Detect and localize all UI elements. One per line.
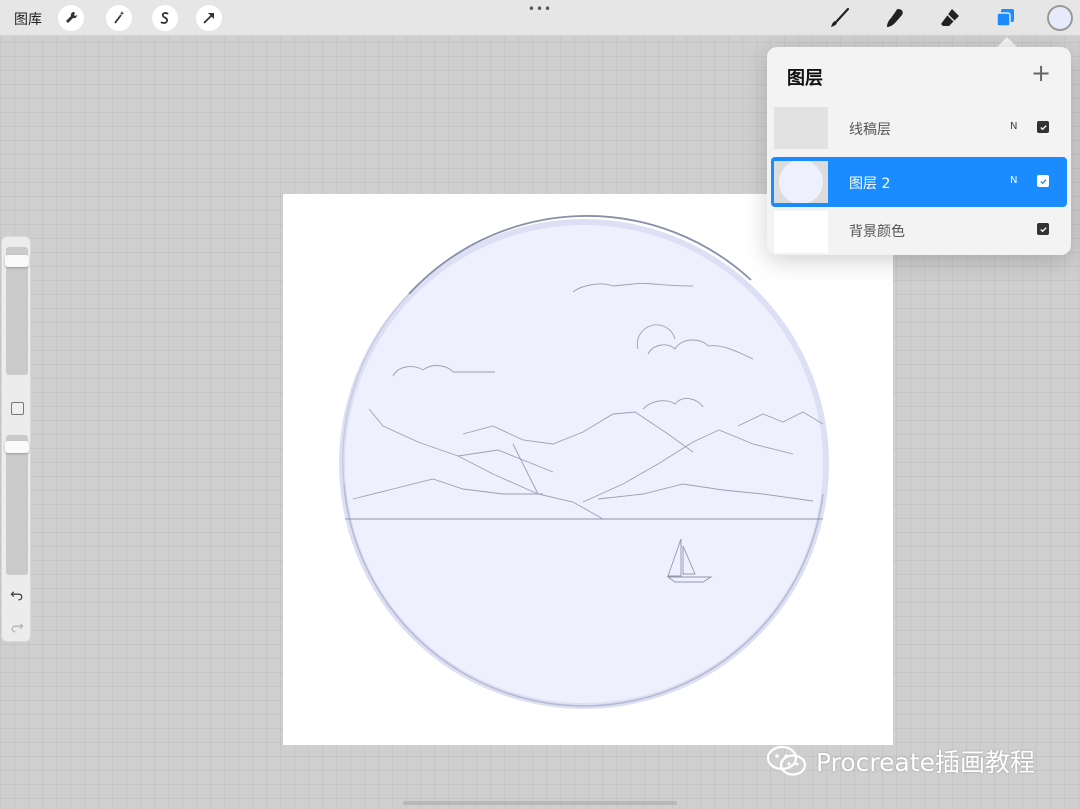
smudge-tool[interactable] — [881, 4, 909, 32]
layer-name: 线稿层 — [849, 122, 891, 138]
layer-thumbnail — [774, 211, 828, 253]
layer-visibility-checkbox[interactable] — [1037, 175, 1049, 187]
layer-row-background-color[interactable]: 背景颜色 — [771, 207, 1067, 257]
brush-tool[interactable] — [826, 4, 854, 32]
more-options-button[interactable]: ••• — [527, 2, 553, 16]
adjustments-button[interactable] — [106, 5, 132, 31]
modify-button[interactable] — [11, 402, 24, 415]
selection-button[interactable] — [152, 5, 178, 31]
drawing-canvas[interactable] — [283, 194, 893, 745]
checkmark-icon — [1039, 124, 1047, 130]
undo-icon — [10, 591, 23, 601]
brush-icon — [831, 7, 850, 27]
wechat-icon — [766, 745, 807, 776]
layer-visibility-checkbox[interactable] — [1037, 121, 1049, 133]
gallery-button[interactable]: 图库 — [14, 9, 42, 29]
undo-button[interactable] — [7, 585, 27, 605]
magic-wand-icon — [114, 11, 125, 24]
checkmark-icon — [1039, 178, 1047, 184]
color-picker-button[interactable] — [1047, 5, 1073, 31]
layers-icon — [996, 9, 1014, 27]
smudge-icon — [887, 9, 903, 27]
blend-mode-button[interactable]: N — [1010, 175, 1017, 186]
layers-panel: 图层 + 线稿层 N 图层 2 N 背景颜色 — [767, 47, 1071, 255]
layer-name: 背景颜色 — [849, 224, 905, 240]
layers-panel-title: 图层 — [787, 68, 823, 89]
redo-icon — [11, 623, 24, 633]
redo-button[interactable] — [7, 617, 27, 637]
watermark: Procreate插画教程 — [766, 743, 1035, 779]
circle-fill — [339, 219, 829, 709]
checkmark-icon — [1039, 226, 1047, 232]
left-sidebar — [1, 236, 31, 642]
layer-thumbnail — [774, 160, 828, 204]
opacity-slider[interactable] — [5, 435, 29, 575]
layer-name: 图层 2 — [849, 176, 891, 192]
brush-size-thumb[interactable] — [5, 255, 29, 267]
top-toolbar: 图库 ••• — [0, 0, 1080, 36]
eraser-icon — [941, 9, 959, 26]
layers-tool[interactable] — [991, 4, 1019, 32]
wrench-icon — [66, 11, 78, 23]
brush-size-slider[interactable] — [5, 247, 29, 375]
transform-arrow-icon — [203, 13, 214, 24]
layer-thumbnail — [774, 107, 828, 149]
transform-button[interactable] — [196, 5, 222, 31]
blend-mode-button[interactable]: N — [1010, 121, 1017, 132]
layer-row-layer-2[interactable]: 图层 2 N — [771, 157, 1067, 207]
eraser-tool[interactable] — [936, 4, 964, 32]
sketch-artwork — [339, 215, 829, 709]
watermark-text: Procreate插画教程 — [816, 748, 1036, 777]
add-layer-button[interactable]: + — [1030, 61, 1052, 85]
actions-button[interactable] — [58, 5, 84, 31]
opacity-thumb[interactable] — [5, 441, 29, 453]
selection-icon — [160, 12, 169, 24]
home-indicator — [403, 801, 677, 805]
layer-visibility-checkbox[interactable] — [1037, 223, 1049, 235]
layer-row-line-art[interactable]: 线稿层 N — [771, 103, 1067, 153]
